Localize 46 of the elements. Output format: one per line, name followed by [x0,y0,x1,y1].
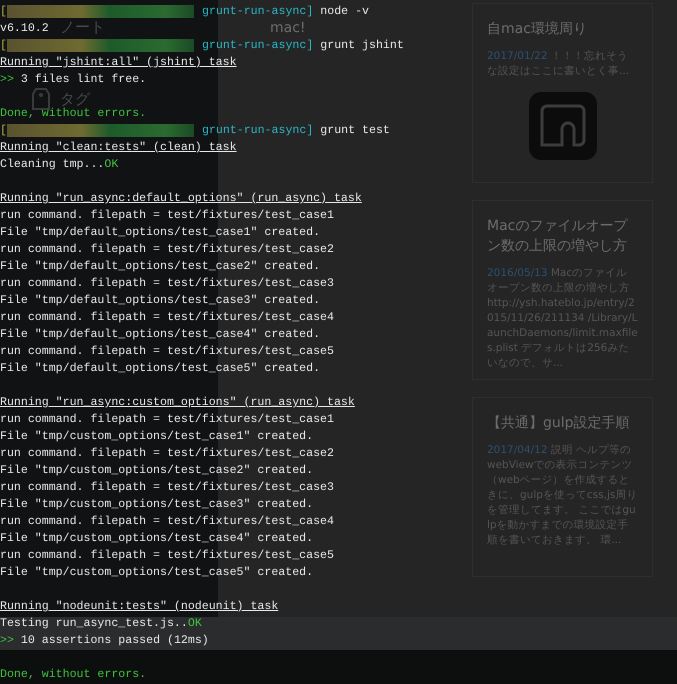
task-heading: Running "run_async:default_options" (run_async) task [0,191,362,207]
note-title: 自mac環境周り [487,20,588,39]
output-line: File "tmp/custom_options/test_case3" created. [0,497,314,513]
prompt-bracket: [ [0,4,7,20]
output-line: >> 3 files lint free. [0,72,146,88]
output-line: Testing run_async_test.js..OK [0,616,202,632]
output-line: run command. filepath = test/fixtures/test_case3 [0,480,334,496]
output-line: >> 10 assertions passed (12ms) [0,633,209,649]
output-line: run command. filepath = test/fixtures/test_case5 [0,548,334,564]
output-line: File "tmp/custom_options/test_case2" created. [0,463,314,479]
task-heading: Running "jshint:all" (jshint) task [0,55,237,71]
output-line: v6.10.2 [0,21,49,37]
output-line: run command. filepath = test/fixtures/test_case4 [0,514,334,530]
output-line: run command. filepath = test/fixtures/test_case1 [0,412,334,428]
output-line: run command. filepath = test/fixtures/test_case3 [0,276,334,292]
output-line: run command. filepath = test/fixtures/test_case2 [0,242,334,258]
command-text: node -v [320,4,369,20]
task-heading: Running "run_async:custom_options" (run_async) task [0,395,355,411]
output-line: File "tmp/default_options/test_case3" created. [0,293,320,309]
task-heading: Running "nodeunit:tests" (nodeunit) task [0,599,278,615]
prompt-directory: grunt-run-async] [202,38,314,54]
output-line: Done, without errors. [0,667,146,683]
command-text: grunt test [320,123,390,139]
output-line: run command. filepath = test/fixtures/test_case4 [0,310,334,326]
output-line: Cleaning tmp...OK [0,157,118,173]
note-title: 【共通】gulp設定手順 [487,414,631,433]
output-line: File "tmp/custom_options/test_case5" created. [0,565,314,581]
note-title: mac! [270,19,306,38]
output-line: run command. filepath = test/fixtures/test_case5 [0,344,334,360]
task-heading: Running "clean:tests" (clean) task [0,140,237,156]
prompt-directory: grunt-run-async] [202,123,314,139]
output-line: File "tmp/default_options/test_case1" created. [0,225,320,241]
output-line: Done, without errors. [0,106,146,122]
output-line: File "tmp/default_options/test_case4" created. [0,327,320,343]
prompt-directory: grunt-run-async] [202,4,314,20]
prompt-bracket: [ [0,123,7,139]
note-title: Macのファイルオープン数の上限の増やし方 [487,217,629,256]
output-line: File "tmp/default_options/test_case5" created. [0,361,320,377]
command-text: grunt jshint [320,38,404,54]
prompt-bracket: [ [0,38,7,54]
output-line: run command. filepath = test/fixtures/test_case2 [0,446,334,462]
app-logo-icon [528,91,598,161]
output-line: File "tmp/custom_options/test_case4" created. [0,531,314,547]
output-line: File "tmp/default_options/test_case2" created. [0,259,320,275]
output-line: File "tmp/custom_options/test_case1" created. [0,429,314,445]
output-line: run command. filepath = test/fixtures/test_case1 [0,208,334,224]
